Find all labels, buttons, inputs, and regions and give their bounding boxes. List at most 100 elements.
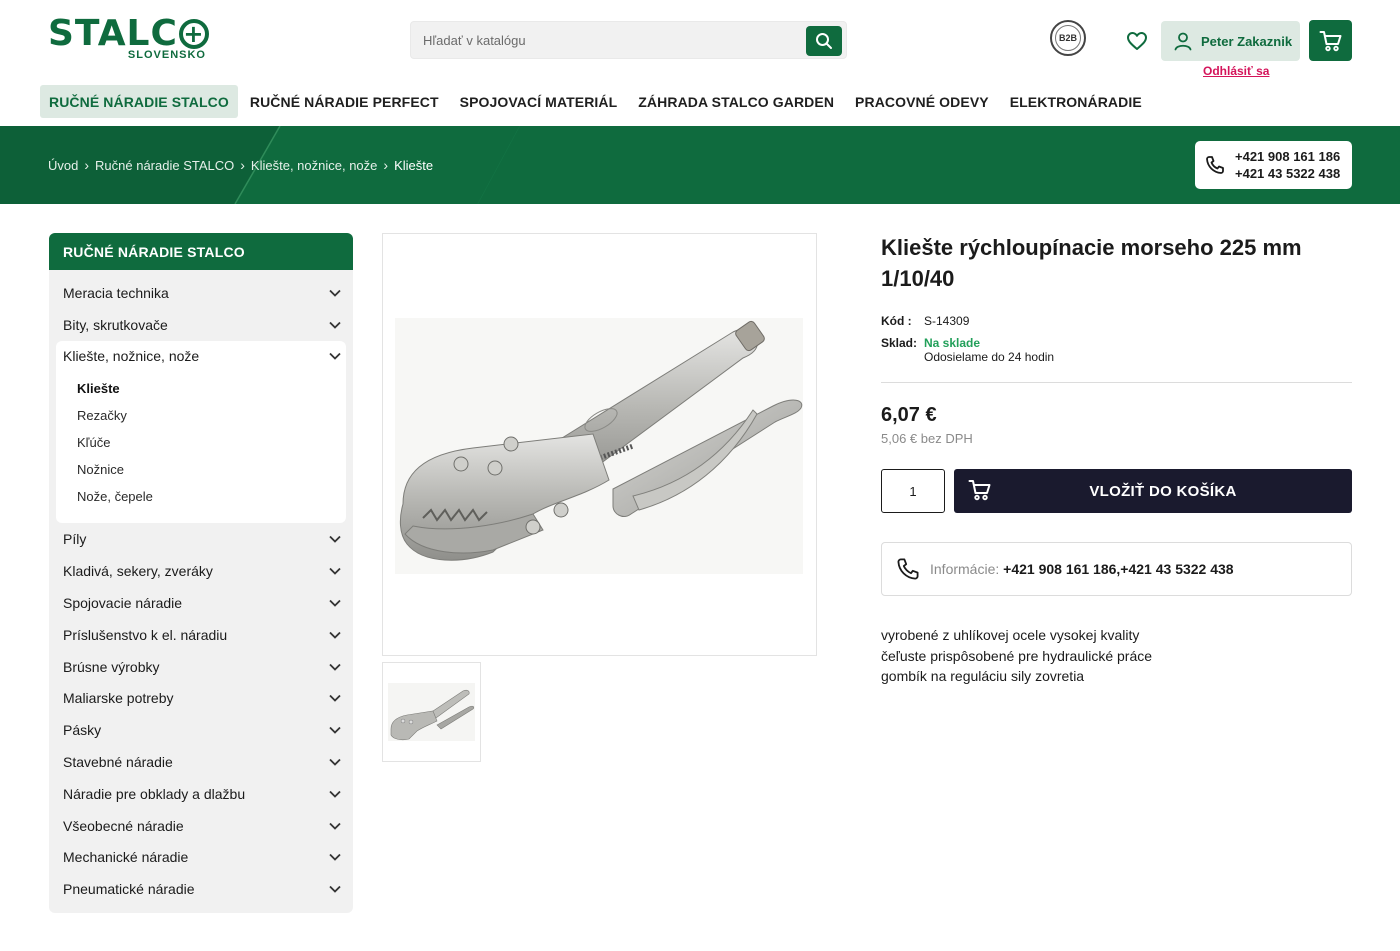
chevron-down-icon[interactable] (329, 631, 341, 639)
breadcrumb-category[interactable]: Ručné náradie STALCO (95, 158, 234, 173)
breadcrumb: Úvod › Ručné náradie STALCO › Kliešte, n… (48, 157, 433, 173)
product-price: 6,07 € (881, 404, 937, 426)
nav-item-zahrada-stalco-garden[interactable]: ZÁHRADA STALCO GARDEN (629, 85, 843, 118)
phone-icon (1206, 156, 1224, 174)
chevron-down-icon[interactable] (329, 726, 341, 734)
cart-button[interactable] (1309, 20, 1352, 61)
sidebar-subitem-klieste[interactable]: Kliešte (77, 381, 120, 396)
sidebar-subitem-rezacky[interactable]: Rezačky (77, 408, 127, 423)
breadcrumb-chevron-icon: › (383, 157, 389, 173)
sidebar-item-vseobecne-naradie[interactable]: Všeobecné náradie (63, 816, 341, 836)
chevron-down-icon[interactable] (329, 289, 341, 297)
locking-pliers-thumbnail-image (388, 683, 475, 741)
sidebar-item-pasky[interactable]: Pásky (63, 720, 341, 740)
divider (881, 382, 1352, 383)
chevron-down-icon[interactable] (329, 885, 341, 893)
add-to-cart-button[interactable]: VLOŽIŤ DO KOŠÍKA (954, 469, 1352, 513)
search-input[interactable] (423, 22, 803, 58)
sidebar-item-naradie-pre-obklady-a-dlazbu[interactable]: Náradie pre obklady a dlažbu (63, 784, 341, 804)
nav-item-spojovaci-material[interactable]: SPOJOVACÍ MATERIÁL (451, 85, 627, 118)
b2b-button[interactable]: B2B (1050, 20, 1086, 56)
logo-plus-icon: + (178, 19, 209, 49)
sidebar-item-label: Maliarske potreby (63, 690, 174, 706)
breadcrumb-chevron-icon: › (240, 157, 245, 173)
sidebar-item-maliarske-potreby[interactable]: Maliarske potreby (63, 688, 341, 708)
sidebar-item-spojovacie-naradie[interactable]: Spojovacie náradie (63, 593, 341, 613)
wishlist-button[interactable] (1125, 29, 1149, 53)
quantity-input[interactable] (881, 469, 945, 513)
breadcrumb-subcategory[interactable]: Kliešte, nožnice, nože (251, 158, 377, 173)
sidebar-item-prislusenstvo-k-el-naradiu[interactable]: Príslušenstvo k el. náradiu (63, 625, 341, 645)
logout-link[interactable]: Odhlásiť sa (1203, 64, 1269, 78)
main-nav: RUČNÉ NÁRADIE STALCO RUČNÉ NÁRADIE PERFE… (40, 85, 1154, 118)
sidebar-subitem-kluce[interactable]: Kľúče (77, 435, 110, 450)
sidebar-item-stavebne-naradie[interactable]: Stavebné náradie (63, 752, 341, 772)
phone-numbers: +421 908 161 186 +421 43 5322 438 (1235, 148, 1340, 182)
product-title: Kliešte rýchloupínacie morseho 225 mm 1/… (881, 235, 1302, 291)
sidebar-item-label: Spojovacie náradie (63, 595, 183, 611)
sidebar-item-label: Pásky (63, 722, 102, 738)
b2b-label: B2B (1058, 33, 1077, 43)
description-line: čeľuste prispôsobené pre hydraulické prá… (881, 647, 1153, 664)
user-account-button[interactable]: Peter Zakaznik (1161, 21, 1300, 61)
product-price-ex-vat: 5,06 € bez DPH (881, 431, 973, 446)
nav-item-rucne-naradie-stalco[interactable]: RUČNÉ NÁRADIE STALCO (40, 85, 238, 118)
sidebar-subitem-noze-cepele[interactable]: Nože, čepele (77, 489, 153, 504)
sidebar-item-meracia-technika[interactable]: Meracia technika (63, 283, 341, 303)
sidebar-item-bity-skrutkovace[interactable]: Bity, skrutkovače (63, 315, 341, 335)
sidebar-item-label: Kladivá, sekery, zveráky (63, 563, 213, 579)
product-thumbnail[interactable] (382, 662, 481, 762)
sidebar-item-label: Píly (63, 531, 87, 547)
nav-item-rucne-naradie-perfect[interactable]: RUČNÉ NÁRADIE PERFECT (241, 85, 448, 118)
breadcrumb-chevron-icon: › (84, 157, 90, 173)
chevron-down-icon[interactable] (329, 599, 341, 607)
chevron-down-icon[interactable] (329, 694, 341, 702)
sidebar-item-label: Bity, skrutkovače (63, 317, 168, 333)
sidebar-item-label: Príslušenstvo k el. náradiu (63, 627, 228, 643)
breadcrumb-current: Kliešte (394, 157, 434, 173)
add-to-cart-label: VLOŽIŤ DO KOŠÍKA (1089, 482, 1237, 500)
info-label: Informácie: (930, 561, 1000, 577)
sidebar-subitem-noznice[interactable]: Nožnice (77, 462, 124, 477)
search-button[interactable] (806, 26, 842, 56)
chevron-down-icon[interactable] (329, 567, 341, 575)
sidebar-item-pily[interactable]: Píly (63, 529, 341, 549)
sidebar-item-mechanicke-naradie[interactable]: Mechanické náradie (63, 847, 341, 867)
chevron-down-icon[interactable] (329, 853, 341, 861)
user-icon (1174, 32, 1192, 51)
product-description: vyrobené z uhlíkovej ocele vysokej kvali… (881, 625, 1152, 687)
sidebar-item-pneumaticke-naradie[interactable]: Pneumatické náradie (63, 879, 341, 899)
locking-pliers-image (395, 318, 803, 574)
info-phone-numbers: +421 908 161 186,+421 43 5322 438 (1003, 561, 1234, 577)
phone-number-2: +421 43 5322 438 (1235, 166, 1341, 181)
logo-subtitle: SLOVENSKO (127, 49, 206, 61)
chevron-down-icon[interactable] (329, 321, 341, 329)
search-icon (816, 33, 832, 49)
logo[interactable]: STALC + SLOVENSKO (48, 14, 209, 62)
sidebar-item-label: Všeobecné náradie (63, 818, 184, 834)
sidebar-item-kladiva-sekery-zveraky[interactable]: Kladivá, sekery, zveráky (63, 561, 341, 581)
search-bar (410, 21, 847, 59)
breadcrumb-home[interactable]: Úvod (48, 158, 78, 173)
chevron-down-icon[interactable] (329, 352, 341, 360)
sidebar-item-label: Meracia technika (63, 285, 169, 301)
chevron-down-icon[interactable] (329, 663, 341, 671)
logo-text: STALC (48, 13, 178, 54)
sidebar-item-label: Brúsne výrobky (63, 659, 160, 675)
chevron-down-icon[interactable] (329, 822, 341, 830)
sidebar-item-klieste-noznice-noze[interactable]: Kliešte, nožnice, nože (63, 346, 341, 366)
info-contact-box[interactable]: Informácie: +421 908 161 186,+421 43 532… (881, 542, 1352, 596)
shipping-info: Odosielame do 24 hodin (924, 350, 1055, 364)
nav-item-elektronaradie[interactable]: ELEKTRONÁRADIE (1001, 85, 1151, 118)
sidebar-item-label: Mechanické náradie (63, 849, 189, 865)
chevron-down-icon[interactable] (329, 535, 341, 543)
product-main-image[interactable] (382, 233, 817, 656)
nav-item-pracovne-odevy[interactable]: PRACOVNÉ ODEVY (846, 85, 998, 118)
cart-icon (1319, 30, 1341, 51)
chevron-down-icon[interactable] (329, 790, 341, 798)
sidebar-item-brusne-vyrobky[interactable]: Brúsne výrobky (63, 657, 341, 677)
chevron-down-icon[interactable] (329, 758, 341, 766)
sidebar-title[interactable]: RUČNÉ NÁRADIE STALCO (49, 233, 353, 270)
contact-phone-box[interactable]: +421 908 161 186 +421 43 5322 438 (1195, 141, 1352, 189)
phone-icon (897, 558, 919, 580)
